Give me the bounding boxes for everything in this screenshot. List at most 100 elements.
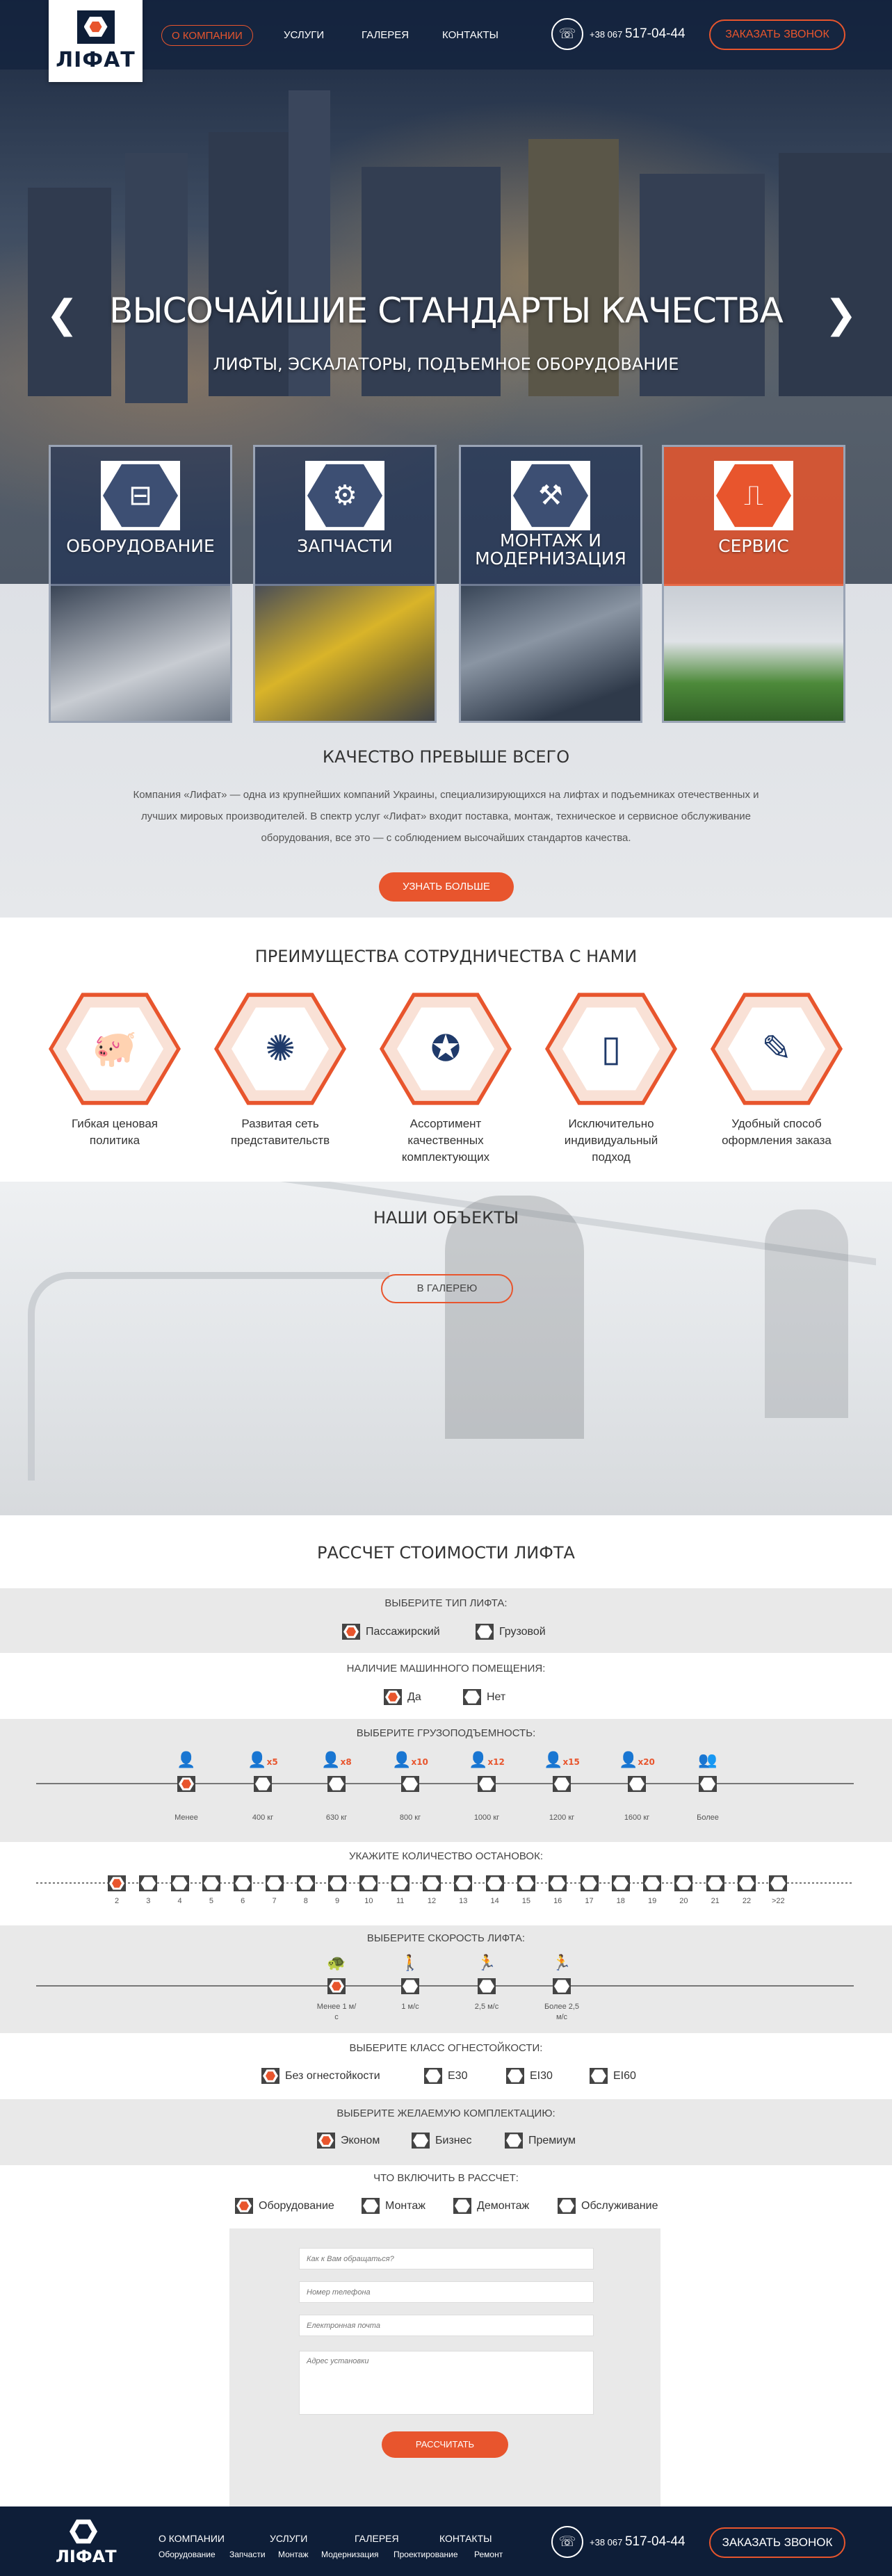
address-input[interactable] [299, 2351, 594, 2415]
option-freight[interactable]: Грузовой [476, 1624, 546, 1640]
option-business[interactable]: Бизнес [412, 2133, 472, 2149]
stops-node[interactable] [391, 1875, 409, 1891]
capacity-badge: x12 [487, 1757, 505, 1767]
capacity-node[interactable] [177, 1776, 195, 1792]
speed-tick-label: Менее 1 м/с [316, 2003, 357, 2021]
question-label: ВЫБЕРИТЕ ЖЕЛАЕМУЮ КОМПЛЕКТАЦИЮ: [336, 2108, 556, 2119]
stops-node[interactable] [485, 1875, 504, 1891]
footer-link-design[interactable]: Проектирование [394, 2550, 458, 2559]
stops-node[interactable] [296, 1875, 315, 1891]
capacity-node[interactable] [553, 1776, 571, 1792]
capacity-tick-label: 1000 кг [473, 1813, 500, 1822]
nav-gallery[interactable]: ГАЛЕРЕЯ [362, 25, 409, 46]
capacity-node[interactable] [401, 1776, 419, 1792]
speed-node[interactable] [327, 1978, 346, 1994]
option-maintenance[interactable]: Обслуживание [558, 2198, 658, 2215]
stops-node[interactable] [423, 1875, 441, 1891]
stops-node[interactable] [328, 1875, 347, 1891]
network-icon: ✺ [265, 1028, 295, 1070]
option-dismantling[interactable]: Демонтаж [453, 2198, 529, 2215]
stops-node[interactable] [265, 1875, 284, 1891]
option-equipment[interactable]: Оборудование [235, 2198, 334, 2215]
parts-icon: ⚙ [305, 461, 384, 530]
stops-node[interactable] [359, 1875, 378, 1891]
capacity-badge: x5 [266, 1757, 278, 1767]
footer-logo[interactable]: ЛІФАТ [56, 2519, 117, 2568]
stops-node[interactable] [580, 1875, 599, 1891]
person-icon: 👤x20 [619, 1752, 655, 1769]
calculate-button[interactable]: РАССЧИТАТЬ [382, 2431, 508, 2458]
stops-node[interactable] [234, 1875, 252, 1891]
order-call-button[interactable]: ЗАКАЗАТЬ ЗВОНОК [709, 19, 845, 50]
stops-node[interactable] [643, 1875, 662, 1891]
to-gallery-button[interactable]: В ГАЛЕРЕЮ [381, 1274, 513, 1303]
header-phone[interactable]: +38 067 517-04-44 [590, 26, 686, 42]
option-ei60[interactable]: EI60 [590, 2068, 636, 2085]
speed-node[interactable] [478, 1978, 496, 1994]
speed-node[interactable] [553, 1978, 571, 1994]
nav-services[interactable]: УСЛУГИ [284, 25, 324, 46]
service-label: СЕРВИС [718, 536, 789, 556]
speed-node[interactable] [401, 1978, 419, 1994]
stops-node[interactable] [517, 1875, 535, 1891]
option-installation[interactable]: Монтаж [362, 2198, 425, 2215]
logo-text: ЛІФАТ [56, 47, 136, 72]
award-icon: ✪ [430, 1028, 461, 1070]
footer-link-installation[interactable]: Монтаж [278, 2550, 309, 2559]
nav-about[interactable]: О КОМПАНИИ [161, 25, 253, 46]
footer-phone[interactable]: +38 067 517-04-44 [590, 2534, 686, 2550]
stops-node[interactable] [611, 1875, 630, 1891]
option-economy[interactable]: Эконом [317, 2133, 380, 2149]
option-no-fire-rating[interactable]: Без огнестойкости [261, 2068, 380, 2085]
name-input[interactable] [299, 2248, 594, 2269]
learn-more-button[interactable]: УЗНАТЬ БОЛЬШЕ [379, 872, 514, 902]
capacity-node[interactable] [327, 1776, 346, 1792]
stops-node[interactable] [738, 1875, 756, 1891]
option-e30[interactable]: E30 [424, 2068, 467, 2085]
worker-icon: ⚒ [511, 461, 590, 530]
option-no[interactable]: Нет [463, 1689, 505, 1706]
capacity-node[interactable] [699, 1776, 717, 1792]
footer-order-call-button[interactable]: ЗАКАЗАТЬ ЗВОНОК [709, 2527, 845, 2558]
capacity-node[interactable] [254, 1776, 272, 1792]
nav-contacts[interactable]: КОНТАКТЫ [442, 25, 498, 46]
stops-node[interactable] [706, 1875, 724, 1891]
phone-icon[interactable]: ☏ [551, 2526, 583, 2558]
piggy-bank-icon: 🐖 [92, 1028, 138, 1070]
logo[interactable]: ЛІФАТ [49, 0, 143, 82]
person-icon: 👤x12 [469, 1752, 505, 1769]
service-card-installation[interactable]: ⚒ МОНТАЖ И МОДЕРНИЗАЦИЯ [459, 445, 642, 723]
footer-link-parts[interactable]: Запчасти [229, 2550, 266, 2559]
stops-node[interactable] [454, 1875, 473, 1891]
service-label: МОНТАЖ И МОДЕРНИЗАЦИЯ [475, 530, 626, 569]
email-input[interactable] [299, 2315, 594, 2336]
stops-node[interactable] [674, 1875, 693, 1891]
stops-node[interactable] [108, 1875, 126, 1891]
footer-nav-about[interactable]: О КОМПАНИИ [159, 2533, 225, 2544]
stops-node[interactable] [139, 1875, 158, 1891]
footer-nav-gallery[interactable]: ГАЛЕРЕЯ [355, 2533, 399, 2544]
capacity-node[interactable] [628, 1776, 646, 1792]
person-icon: 👤x8 [321, 1752, 352, 1769]
service-card-service[interactable]: ⎍ СЕРВИС [662, 445, 845, 723]
footer-link-repair[interactable]: Ремонт [474, 2550, 503, 2559]
service-card-equipment[interactable]: ⊟ ОБОРУДОВАНИЕ [49, 445, 232, 723]
footer-link-modernization[interactable]: Модернизация [321, 2550, 378, 2559]
capacity-node[interactable] [478, 1776, 496, 1792]
option-yes[interactable]: Да [384, 1689, 421, 1706]
stops-node[interactable] [549, 1875, 567, 1891]
phone-input[interactable] [299, 2281, 594, 2303]
option-premium[interactable]: Премиум [505, 2133, 576, 2149]
capacity-tick-label: 630 кг [325, 1813, 348, 1822]
stops-node[interactable] [769, 1875, 788, 1891]
footer-nav-services[interactable]: УСЛУГИ [270, 2533, 307, 2544]
option-ei30[interactable]: EI30 [506, 2068, 553, 2085]
option-passenger[interactable]: Пассажирский [342, 1624, 440, 1640]
stops-node[interactable] [170, 1875, 189, 1891]
service-card-parts[interactable]: ⚙ ЗАПЧАСТИ [253, 445, 437, 723]
footer-link-equipment[interactable]: Оборудование [159, 2550, 216, 2559]
phone-number: 517-04-44 [624, 2534, 686, 2549]
phone-icon[interactable]: ☏ [551, 18, 583, 50]
stops-node[interactable] [202, 1875, 220, 1891]
footer-nav-contacts[interactable]: КОНТАКТЫ [439, 2533, 492, 2544]
